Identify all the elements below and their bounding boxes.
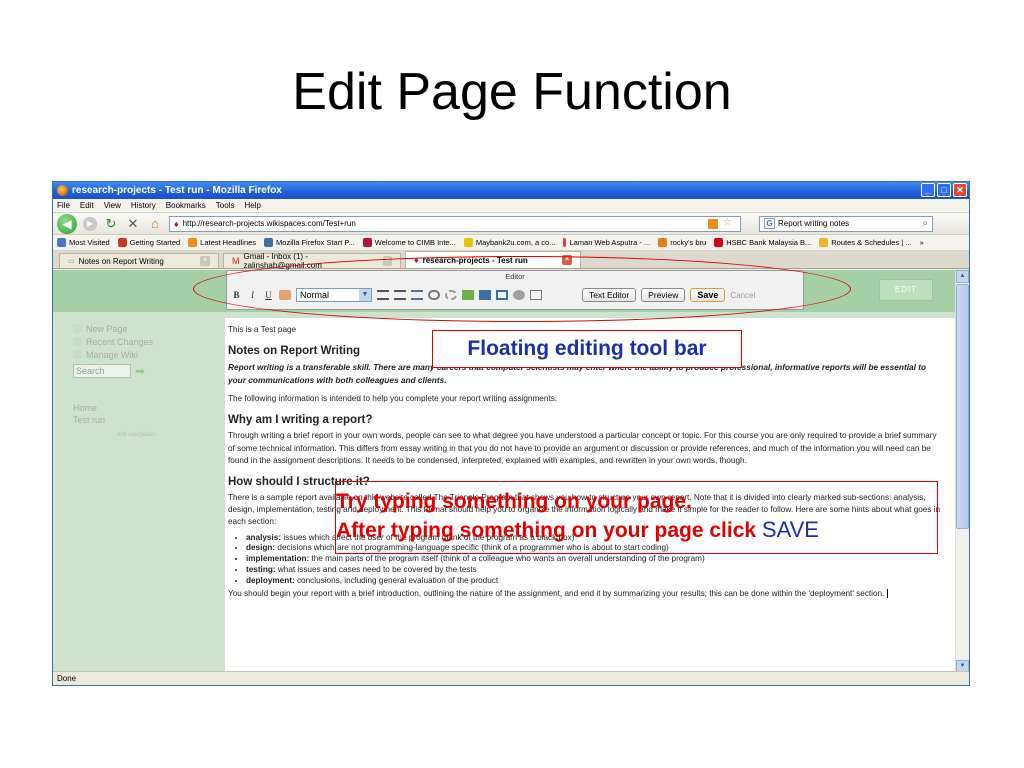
search-input[interactable]: G Report writing notes ⌕ [759, 215, 933, 232]
slide-title: Edit Page Function [292, 63, 732, 121]
bookmark-icon [362, 238, 372, 247]
home-icon[interactable]: ⌂ [147, 216, 163, 231]
minimize-button[interactable]: _ [921, 183, 935, 197]
instruction-line-2: After typing something on your page clic… [336, 517, 819, 542]
bookmark-getting-started[interactable]: Getting Started [117, 238, 180, 247]
google-icon[interactable]: G [764, 218, 775, 229]
nav-link-test-run[interactable]: Test run [73, 414, 203, 426]
menu-help[interactable]: Help [244, 201, 260, 210]
navigation-bar: ◀ ▶ ↻ ✕ ⌂ ♦ http://research-projects.wik… [53, 213, 969, 235]
list-item: deployment: conclusions, including gener… [246, 576, 955, 587]
bookmark-icon [714, 238, 724, 247]
sidebar-search-input[interactable]: Search [73, 364, 131, 378]
bookmark-rockys-bru[interactable]: rocky's bru [658, 238, 706, 247]
bookmark-icon [819, 238, 829, 247]
bookmark-icon [563, 238, 567, 247]
bookmarks-more-icon[interactable]: » [920, 238, 924, 247]
tab-close-icon[interactable]: × [200, 256, 210, 266]
menu-history[interactable]: History [131, 201, 156, 210]
search-icon[interactable]: ⌕ [922, 218, 928, 229]
window-title: research-projects - Test run - Mozilla F… [72, 185, 282, 196]
bookmark-most-visited[interactable]: Most Visited [57, 238, 110, 247]
list-item: implementation: the main parts of the pr… [246, 554, 955, 565]
rss-icon[interactable] [708, 218, 718, 229]
menu-file[interactable]: File [57, 201, 70, 210]
paragraph: The following information is intended to… [228, 394, 558, 404]
menu-bookmarks[interactable]: Bookmarks [166, 201, 206, 210]
instruction-line-1: Try typing something on your page. [336, 490, 692, 513]
text-cursor [886, 588, 888, 598]
status-bar: Done [53, 671, 969, 685]
scroll-up-icon[interactable]: ▲ [956, 270, 969, 283]
bookmark-icon [117, 238, 127, 247]
tab-notes-report[interactable]: ▭ Notes on Report Writing × [59, 253, 219, 268]
menu-view[interactable]: View [104, 201, 121, 210]
sidebar-item-recent-changes[interactable]: Recent Changes [73, 335, 203, 348]
menu-bar: File Edit View History Bookmarks Tools H… [53, 199, 969, 213]
edit-button[interactable]: EDIT [879, 279, 933, 301]
url-text: http://research-projects.wikispaces.com/… [182, 219, 356, 228]
reload-icon[interactable]: ↻ [103, 216, 119, 232]
bookmark-maybank[interactable]: Maybank2u.com, a co... [463, 238, 555, 247]
bookmark-latest-headlines[interactable]: Latest Headlines [188, 238, 256, 247]
blogger-icon [658, 238, 668, 247]
calendar-icon [73, 337, 82, 346]
wiki-sidebar: New Page Recent Changes Manage Wiki Sear… [73, 322, 203, 438]
bookmark-hsbc[interactable]: HSBC Bank Malaysia B... [714, 238, 811, 247]
menu-edit[interactable]: Edit [80, 201, 94, 210]
edit-navigation-link[interactable]: edit navigation [117, 432, 203, 438]
search-text: Report writing notes [778, 219, 850, 228]
bookmark-routes[interactable]: Routes & Schedules | ... [819, 238, 912, 247]
toolbar-highlight-ellipse [193, 256, 851, 322]
bookmarks-toolbar: Most Visited Getting Started Latest Head… [53, 235, 969, 251]
instruction-callout: Try typing something on your page. After… [335, 481, 938, 554]
window-titlebar[interactable]: research-projects - Test run - Mozilla F… [53, 182, 969, 199]
bookmark-cimb[interactable]: Welcome to CIMB Inte... [362, 238, 456, 247]
section-heading: Why am I writing a report? [228, 414, 373, 427]
save-word: SAVE [761, 517, 819, 542]
firefox-icon [57, 185, 68, 196]
paragraph: You should begin your report with a brie… [228, 588, 941, 600]
maximize-button[interactable]: □ [937, 183, 951, 197]
gear-icon [73, 350, 82, 359]
page-icon: ▭ [68, 258, 75, 265]
scroll-thumb[interactable] [956, 284, 969, 529]
nav-link-home[interactable]: Home [73, 402, 203, 414]
go-arrow-icon[interactable]: ➡ [135, 364, 145, 378]
bookmark-asputra[interactable]: Laman Web Asputra - ... [563, 238, 650, 247]
close-button[interactable]: ✕ [953, 183, 967, 197]
url-bar[interactable]: ♦ http://research-projects.wikispaces.co… [169, 215, 741, 232]
new-page-icon [73, 324, 82, 333]
bookmark-icon [57, 238, 66, 247]
paragraph: Through writing a brief report in your o… [228, 431, 937, 465]
back-icon[interactable]: ◀ [57, 213, 77, 234]
gmail-icon: M [232, 256, 240, 266]
rss-icon [188, 238, 198, 247]
menu-tools[interactable]: Tools [216, 201, 235, 210]
sidebar-item-new-page[interactable]: New Page [73, 322, 203, 335]
forward-icon[interactable]: ▶ [83, 216, 97, 231]
bookmark-icon [264, 238, 274, 247]
sidebar-item-manage-wiki[interactable]: Manage Wiki [73, 348, 203, 361]
list-item: testing: what issues and cases need to b… [246, 565, 955, 576]
bookmark-firefox-start[interactable]: Mozilla Firefox Start P... [264, 238, 355, 247]
bookmark-icon [463, 238, 473, 247]
toolbar-callout: Floating editing tool bar [432, 330, 742, 368]
vertical-scrollbar[interactable]: ▲ ▼ [955, 270, 969, 673]
bookmark-star-icon[interactable]: ☆ [723, 217, 732, 228]
stop-icon[interactable]: ✕ [125, 216, 141, 232]
site-favicon-icon: ♦ [174, 218, 179, 229]
